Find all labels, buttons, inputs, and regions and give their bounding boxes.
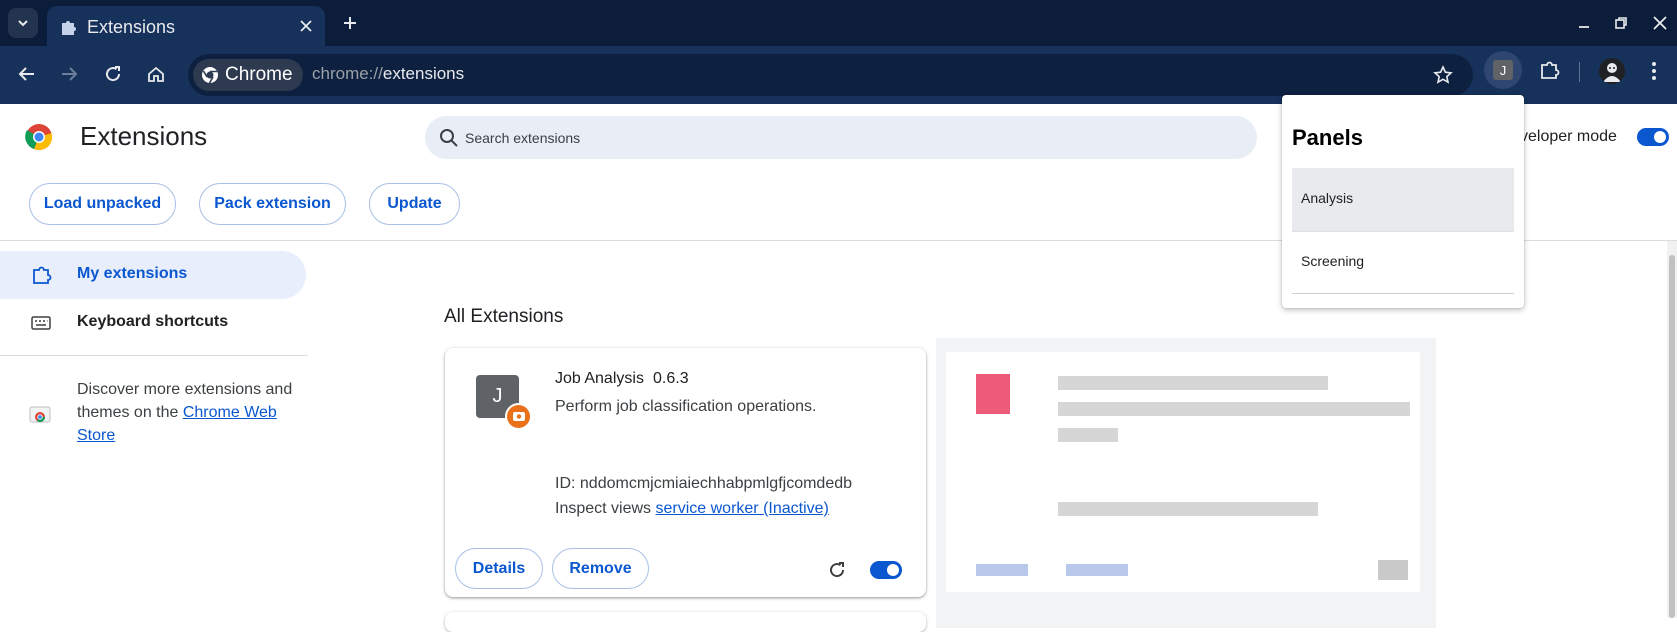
chrome-icon xyxy=(202,67,218,84)
sidebar-divider xyxy=(0,355,308,356)
tab-title: Extensions xyxy=(87,17,176,37)
toggle-knob xyxy=(887,564,899,576)
blurred-text-line xyxy=(1058,428,1118,442)
job-analysis-extension-button[interactable]: J xyxy=(1484,51,1522,89)
update-button[interactable]: Update xyxy=(369,183,460,225)
blurred-button xyxy=(976,564,1028,576)
inspect-views-label: Inspect views xyxy=(555,500,656,517)
extension-description: Perform job classification operations. xyxy=(555,398,817,415)
pack-extension-button[interactable]: Pack extension xyxy=(199,183,346,225)
developer-mode-label: veloper mode xyxy=(1520,128,1617,145)
panel-item-label: Analysis xyxy=(1301,190,1354,206)
home-icon xyxy=(148,66,164,82)
tab-close-button[interactable] xyxy=(295,15,317,37)
restore-icon xyxy=(1615,17,1627,29)
blurred-icon xyxy=(976,374,1010,414)
blurred-toggle xyxy=(1378,560,1408,580)
section-title: All Extensions xyxy=(444,306,564,327)
extension-enable-toggle[interactable] xyxy=(870,561,902,579)
scrollbar-thumb[interactable] xyxy=(1669,255,1675,618)
page-title: Extensions xyxy=(80,121,208,151)
kebab-menu-icon xyxy=(1652,62,1656,80)
chevron-down-icon xyxy=(18,20,28,27)
close-icon xyxy=(1653,16,1667,30)
reload-button[interactable] xyxy=(100,61,126,87)
chrome-logo-icon xyxy=(25,124,53,151)
star-icon xyxy=(1433,65,1453,84)
site-info-chip[interactable]: Chrome xyxy=(193,59,303,91)
omnibox[interactable]: Chrome chrome://extensions xyxy=(188,54,1473,96)
toolbar-separator xyxy=(1579,62,1580,82)
panel-item-analysis[interactable]: Analysis xyxy=(1292,168,1514,232)
tab-search-button[interactable] xyxy=(8,8,38,38)
bookmark-button[interactable] xyxy=(1431,63,1455,87)
avatar-icon xyxy=(1603,63,1621,82)
forward-button[interactable] xyxy=(56,61,82,87)
extension-card: J Job Analysis 0.6.3 Perform job classif… xyxy=(445,348,926,597)
new-tab-button[interactable] xyxy=(338,11,362,35)
tab-extensions[interactable]: Extensions xyxy=(47,6,325,46)
sidebar-item-label: My extensions xyxy=(77,265,188,282)
blurred-text-line xyxy=(1058,402,1410,416)
inspect-views: Inspect views service worker (Inactive) xyxy=(555,500,829,518)
sidebar-item-keyboard-shortcuts[interactable]: Keyboard shortcuts xyxy=(0,299,306,347)
service-worker-badge xyxy=(505,403,532,430)
blurred-button xyxy=(1066,564,1128,576)
panel-item-label: Screening xyxy=(1301,253,1365,269)
minimize-button[interactable] xyxy=(1572,11,1596,35)
forward-icon xyxy=(62,67,78,81)
back-button[interactable] xyxy=(14,61,40,87)
discover-text: Discover more extensions and themes on t… xyxy=(77,378,307,447)
extension-j-icon: J xyxy=(1493,60,1513,80)
service-worker-link[interactable]: service worker (Inactive) xyxy=(655,500,828,517)
back-icon xyxy=(18,67,34,81)
minimize-icon xyxy=(1579,26,1589,28)
url-scheme: chrome:// xyxy=(312,64,383,83)
details-button[interactable]: Details xyxy=(455,548,543,589)
developer-mode-toggle[interactable] xyxy=(1637,128,1669,146)
reload-icon xyxy=(830,562,845,578)
extension-version: 0.6.3 xyxy=(653,370,689,387)
search-bar[interactable] xyxy=(425,116,1257,159)
reload-extension-button[interactable] xyxy=(825,558,849,582)
puzzle-icon xyxy=(33,266,52,284)
home-button[interactable] xyxy=(143,61,169,87)
url-text[interactable]: chrome://extensions xyxy=(312,64,464,84)
profile-avatar[interactable] xyxy=(1599,58,1625,84)
extension-id: ID: nddomcmjcmiaiechhabpmlgfjcomdedb xyxy=(555,475,853,492)
plus-icon xyxy=(344,17,356,29)
search-input[interactable] xyxy=(465,116,1225,159)
chip-label: Chrome xyxy=(225,64,293,85)
blurred-card-body xyxy=(946,352,1420,592)
extension-card-partial xyxy=(445,612,926,632)
panel-item-screening[interactable]: Screening xyxy=(1292,232,1514,294)
popup-title: Panels xyxy=(1292,125,1363,150)
reload-icon xyxy=(106,66,121,82)
puzzle-icon xyxy=(1541,61,1560,79)
keyboard-icon xyxy=(31,316,51,330)
remove-button[interactable]: Remove xyxy=(552,548,649,589)
title-bar: Extensions xyxy=(0,0,1677,46)
close-window-button[interactable] xyxy=(1648,11,1672,35)
close-icon xyxy=(300,20,312,32)
sidebar-item-label: Keyboard shortcuts xyxy=(77,313,229,330)
extensions-menu-button[interactable] xyxy=(1530,51,1568,89)
browser-menu-button[interactable] xyxy=(1644,58,1664,84)
blurred-text-line xyxy=(1058,502,1318,516)
extension-name: Job Analysis xyxy=(555,370,644,387)
restore-button[interactable] xyxy=(1609,11,1633,35)
blurred-text-line xyxy=(1058,376,1328,390)
load-unpacked-button[interactable]: Load unpacked xyxy=(29,183,176,225)
panels-popup: Panels Analysis Screening xyxy=(1282,95,1524,308)
camera-badge-icon xyxy=(512,412,525,421)
toggle-knob xyxy=(1654,131,1666,143)
blurred-extension-card xyxy=(936,338,1436,628)
url-host: extensions xyxy=(382,64,465,83)
puzzle-icon xyxy=(62,21,76,35)
search-icon xyxy=(440,129,458,147)
sidebar-item-my-extensions[interactable]: My extensions xyxy=(0,251,306,299)
webstore-icon xyxy=(29,406,51,423)
